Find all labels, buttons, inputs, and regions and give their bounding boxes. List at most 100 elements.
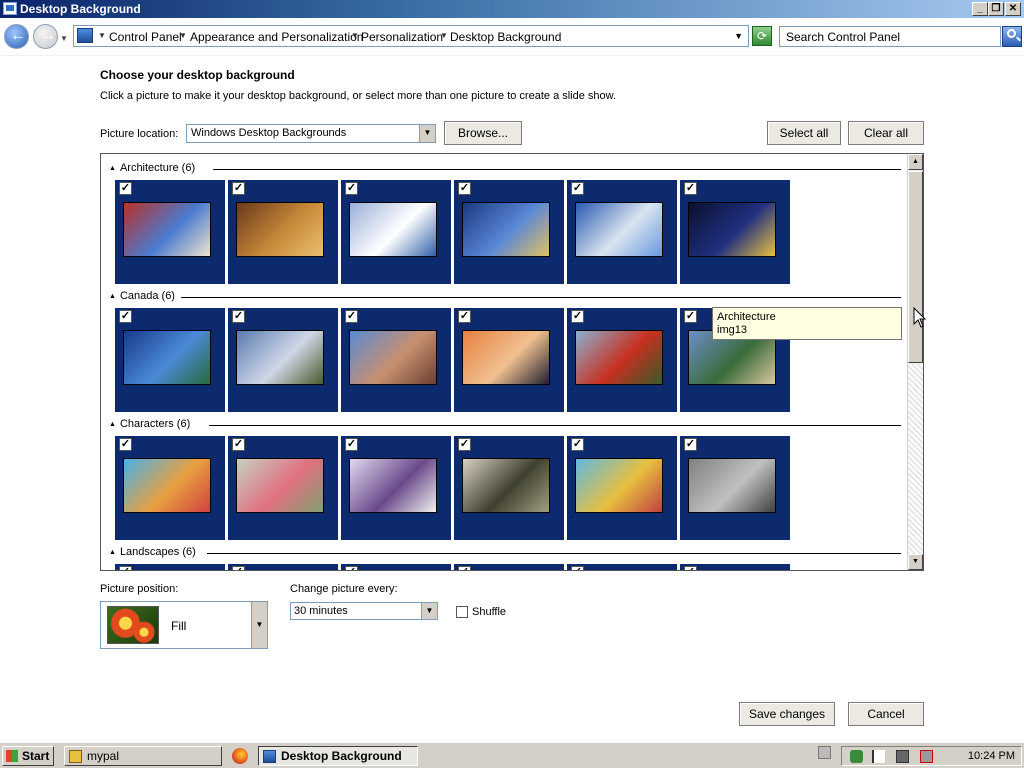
wallpaper-tile[interactable]: ✓	[680, 436, 790, 540]
wallpaper-thumbnail[interactable]	[575, 202, 663, 257]
scrollbar-thumb[interactable]	[908, 171, 923, 363]
wallpaper-tile[interactable]: ✓	[115, 436, 225, 540]
wallpaper-thumbnail[interactable]	[462, 458, 550, 513]
wallpaper-checkbox[interactable]: ✓	[684, 438, 697, 451]
wallpaper-thumbnail[interactable]	[123, 458, 211, 513]
minimize-button[interactable]: _	[972, 2, 988, 16]
wallpaper-tile[interactable]: ✓	[454, 436, 564, 540]
title-bar[interactable]: Desktop Background _ ❐ ✕	[0, 0, 1024, 18]
group-header[interactable]: ▲ Canada (6)	[109, 290, 175, 302]
wallpaper-thumbnail[interactable]	[123, 202, 211, 257]
wallpaper-tile[interactable]: ✓	[115, 308, 225, 412]
wallpaper-checkbox[interactable]: ✓	[345, 438, 358, 451]
wallpaper-tile[interactable]: ✓	[228, 436, 338, 540]
wallpaper-tile[interactable]: ✓	[341, 564, 451, 570]
group-header[interactable]: ▲ Landscapes (6)	[109, 546, 196, 558]
chevron-down-icon[interactable]: ▼	[440, 31, 448, 40]
wallpaper-tile[interactable]: ✓	[454, 308, 564, 412]
recent-pages-dropdown-icon[interactable]: ▼	[60, 34, 68, 43]
volume-muted-icon[interactable]	[920, 750, 933, 763]
wallpaper-thumbnail[interactable]	[688, 458, 776, 513]
wallpaper-checkbox[interactable]: ✓	[684, 566, 697, 570]
wallpaper-thumbnail[interactable]	[688, 202, 776, 257]
wallpaper-checkbox[interactable]: ✓	[119, 438, 132, 451]
forward-button[interactable]: →	[33, 24, 58, 49]
shuffle-checkbox[interactable]	[456, 606, 468, 618]
wallpaper-checkbox[interactable]: ✓	[345, 310, 358, 323]
wallpaper-checkbox[interactable]: ✓	[232, 566, 245, 570]
wallpaper-checkbox[interactable]: ✓	[458, 310, 471, 323]
wallpaper-thumbnail[interactable]	[575, 458, 663, 513]
search-input[interactable]: Search Control Panel	[779, 26, 1001, 47]
wallpaper-checkbox[interactable]: ✓	[119, 310, 132, 323]
scroll-up-icon[interactable]: ▲	[908, 154, 923, 170]
save-changes-button[interactable]: Save changes	[739, 702, 835, 726]
chevron-down-icon[interactable]: ▼	[351, 31, 359, 40]
refresh-button[interactable]: ⟳	[752, 26, 772, 46]
select-all-button[interactable]: Select all	[767, 121, 841, 145]
cancel-button[interactable]: Cancel	[848, 702, 924, 726]
wallpaper-checkbox[interactable]: ✓	[458, 566, 471, 570]
wallpaper-thumbnail[interactable]	[349, 202, 437, 257]
chevron-down-icon[interactable]: ▼	[98, 31, 106, 40]
wallpaper-checkbox[interactable]: ✓	[119, 182, 132, 195]
wallpaper-thumbnail[interactable]	[462, 330, 550, 385]
wallpaper-tile[interactable]: ✓	[228, 564, 338, 570]
shuffle-label[interactable]: Shuffle	[472, 606, 506, 618]
keyboard-icon[interactable]	[818, 746, 831, 759]
breadcrumb-control-panel[interactable]: Control Panel	[109, 30, 182, 44]
scroll-down-icon[interactable]: ▼	[908, 554, 923, 570]
address-bar[interactable]: ▼ Control Panel ▼ Appearance and Persona…	[73, 25, 749, 47]
wallpaper-checkbox[interactable]: ✓	[684, 182, 697, 195]
wallpaper-tile[interactable]: ✓	[567, 308, 677, 412]
wallpaper-checkbox[interactable]: ✓	[571, 566, 584, 570]
wallpaper-thumbnail[interactable]	[462, 202, 550, 257]
scrollbar-track[interactable]	[908, 364, 923, 554]
collapse-triangle-icon[interactable]: ▲	[109, 293, 116, 300]
breadcrumb-personalization[interactable]: Personalization	[361, 30, 443, 44]
group-header[interactable]: ▲ Characters (6)	[109, 418, 190, 430]
wallpaper-checkbox[interactable]: ✓	[345, 182, 358, 195]
search-button[interactable]	[1002, 26, 1022, 47]
wallpaper-thumbnail[interactable]	[236, 458, 324, 513]
wallpaper-thumbnail[interactable]	[123, 330, 211, 385]
wallpaper-tile[interactable]: ✓	[115, 564, 225, 570]
wallpaper-tile[interactable]: ✓	[680, 564, 790, 570]
group-header[interactable]: ▲ Architecture (6)	[109, 162, 195, 174]
wallpaper-thumbnail[interactable]	[349, 330, 437, 385]
wallpaper-checkbox[interactable]: ✓	[571, 438, 584, 451]
wallpaper-tile[interactable]: ✓	[454, 180, 564, 284]
wallpaper-thumbnail[interactable]	[236, 330, 324, 385]
clear-all-button[interactable]: Clear all	[848, 121, 924, 145]
wallpaper-checkbox[interactable]: ✓	[232, 310, 245, 323]
wallpaper-tile[interactable]: ✓	[567, 180, 677, 284]
wallpaper-checkbox[interactable]: ✓	[458, 438, 471, 451]
collapse-triangle-icon[interactable]: ▲	[109, 421, 116, 428]
wallpaper-tile[interactable]: ✓	[115, 180, 225, 284]
wallpaper-thumbnail[interactable]	[236, 202, 324, 257]
wallpaper-thumbnail[interactable]	[575, 330, 663, 385]
collapse-triangle-icon[interactable]: ▲	[109, 549, 116, 556]
wallpaper-tile[interactable]: ✓	[228, 308, 338, 412]
wallpaper-tile[interactable]: ✓	[341, 308, 451, 412]
gallery-scrollbar[interactable]: ▲ ▼	[907, 154, 923, 570]
breadcrumb-desktop-background[interactable]: Desktop Background	[450, 30, 561, 44]
wallpaper-checkbox[interactable]: ✓	[232, 438, 245, 451]
firefox-icon[interactable]	[232, 748, 248, 764]
chevron-down-icon[interactable]: ▼	[251, 602, 267, 648]
chevron-down-icon[interactable]: ▼	[419, 125, 435, 142]
restore-button[interactable]: ❐	[988, 2, 1004, 16]
wallpaper-checkbox[interactable]: ✓	[232, 182, 245, 195]
wallpaper-tile[interactable]: ✓	[341, 436, 451, 540]
picture-location-select[interactable]: Windows Desktop Backgrounds ▼	[186, 124, 436, 143]
wallpaper-tile[interactable]: ✓	[454, 564, 564, 570]
wallpaper-tile[interactable]: ✓	[680, 180, 790, 284]
start-button[interactable]: Start	[2, 746, 54, 766]
back-button[interactable]: ←	[4, 24, 29, 49]
address-dropdown-icon[interactable]: ▼	[734, 31, 743, 41]
wallpaper-checkbox[interactable]: ✓	[571, 182, 584, 195]
wallpaper-tile[interactable]: ✓	[567, 436, 677, 540]
network-icon[interactable]	[896, 750, 909, 763]
chevron-down-icon[interactable]: ▼	[421, 603, 437, 619]
wallpaper-checkbox[interactable]: ✓	[684, 310, 697, 323]
